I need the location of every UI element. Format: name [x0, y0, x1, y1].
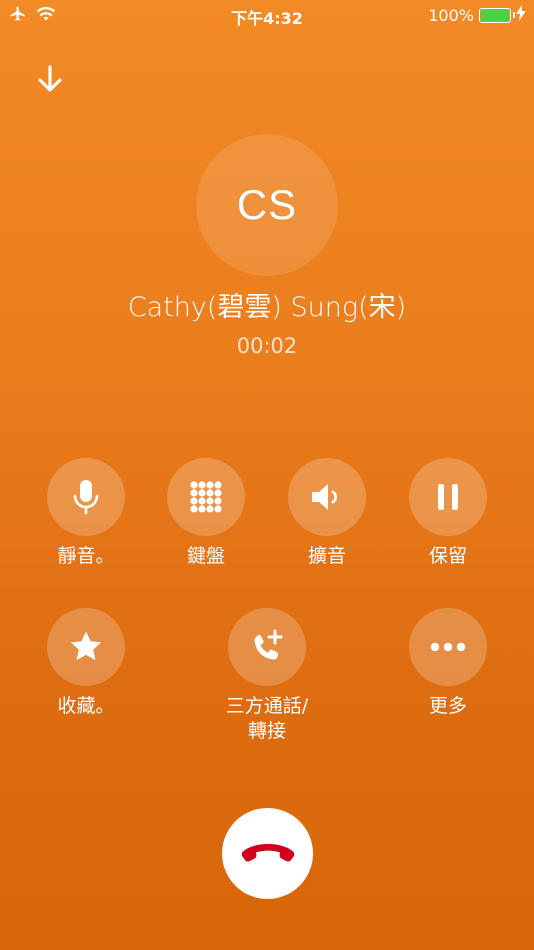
more-label: 更多: [428, 695, 467, 717]
more-circle[interactable]: [409, 608, 487, 686]
hold-circle[interactable]: [409, 458, 487, 536]
favorite-button[interactable]: 收藏。: [26, 608, 146, 719]
mute-label: 靜音。: [57, 545, 115, 567]
mute-button[interactable]: 靜音。: [26, 458, 146, 569]
speaker-button[interactable]: 擴音: [267, 458, 387, 569]
add-call-label-line1: 三方通話/: [225, 695, 309, 717]
status-right: 100%: [428, 5, 526, 25]
charging-icon: [516, 5, 526, 25]
more-button[interactable]: 更多: [388, 608, 508, 719]
mute-circle[interactable]: [47, 458, 125, 536]
hang-up-icon: [241, 843, 294, 862]
microphone-icon: [73, 480, 99, 515]
favorite-circle[interactable]: [47, 608, 125, 686]
caller-initials: CS: [236, 181, 298, 228]
more-icon: [430, 642, 466, 652]
call-duration: 00:02: [236, 334, 298, 358]
battery-percent: 100%: [428, 5, 474, 25]
star-icon: [70, 631, 102, 661]
hold-button[interactable]: 保留: [388, 458, 508, 569]
add-call-transfer-button[interactable]: 三方通話/ 轉接: [207, 608, 327, 744]
keypad-circle[interactable]: [167, 458, 245, 536]
keypad-button[interactable]: 鍵盤: [146, 458, 266, 569]
caller-avatar: CS: [196, 134, 338, 276]
speaker-circle[interactable]: [288, 458, 366, 536]
favorite-label: 收藏。: [57, 695, 115, 717]
battery-icon: [479, 7, 515, 23]
end-call-button[interactable]: [222, 808, 313, 899]
hold-label: 保留: [428, 545, 467, 567]
minimize-call-button[interactable]: [34, 63, 66, 95]
keypad-label: 鍵盤: [186, 545, 225, 567]
add-call-circle[interactable]: [228, 608, 306, 686]
pause-icon: [438, 484, 458, 510]
add-call-label-line2: 轉接: [247, 720, 286, 742]
arrow-down-icon: [38, 65, 62, 92]
keypad-icon: [190, 481, 222, 513]
speaker-label: 擴音: [307, 545, 346, 567]
speaker-icon: [312, 484, 338, 510]
caller-name: Cathy(碧雲) Sung(宋): [127, 292, 407, 323]
add-call-icon: [254, 629, 283, 660]
add-call-label: 三方通話/ 轉接: [207, 694, 327, 744]
status-bar: 下午4:32 100%: [0, 0, 534, 30]
